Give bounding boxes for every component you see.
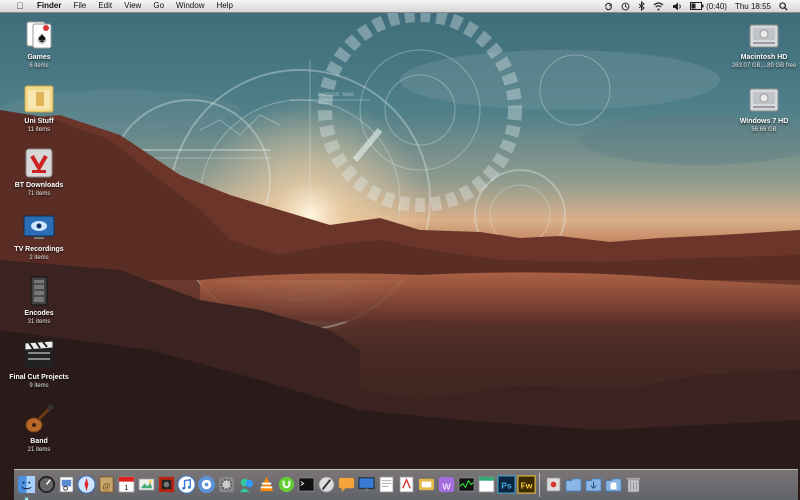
menu-file[interactable]: File	[67, 0, 92, 12]
fireworks-label: Fw	[520, 480, 532, 490]
desktop-item-encodes[interactable]: Encodes 31 items	[7, 274, 71, 326]
encodes-folder-icon	[22, 274, 56, 308]
dashboard-widget-icon[interactable]	[544, 475, 563, 497]
desktop-item-windows-7-hd[interactable]: Windows 7 HD 56.66 GB	[728, 82, 800, 134]
desktop-item-count: 263.07 GB,...89 GB free	[731, 63, 797, 69]
fireworks-icon[interactable]: Fw	[516, 475, 536, 497]
bluetooth-icon[interactable]	[634, 0, 649, 12]
desktop-item-count: 71 items	[27, 191, 51, 197]
photoshop-icon[interactable]: Ps	[496, 475, 516, 497]
band-folder-icon	[22, 402, 56, 436]
ical-day-number: 1	[124, 483, 128, 492]
dock-separator	[539, 473, 540, 497]
safari-icon[interactable]	[76, 475, 96, 497]
ical-icon[interactable]: 1	[117, 475, 136, 497]
utility-icon[interactable]	[417, 475, 436, 497]
wifi-icon[interactable]	[649, 0, 668, 12]
desktop-item-count: 2 items	[29, 255, 49, 261]
menu-help[interactable]: Help	[210, 0, 238, 12]
downloads-stack-icon[interactable]	[584, 475, 603, 497]
textedit-icon[interactable]	[377, 475, 396, 497]
desktop-item-label: TV Recordings	[14, 246, 64, 253]
time-machine-icon[interactable]	[617, 0, 634, 12]
desktop-item-band[interactable]: Band 21 items	[7, 402, 71, 454]
desktop-item-macintosh-hd[interactable]: Macintosh HD 263.07 GB,...89 GB free	[728, 18, 800, 70]
desktop-item-label: Encodes	[24, 310, 54, 317]
chat-icon[interactable]	[337, 475, 356, 497]
menu-bar:  Finder File Edit View Go Window Help (…	[0, 0, 800, 13]
battery-icon[interactable]: (0:40)	[686, 0, 731, 12]
desktop-item-label: Games	[27, 54, 51, 61]
volume-icon[interactable]	[668, 0, 686, 12]
bt-downloads-folder-icon	[22, 146, 56, 180]
pen-app-icon[interactable]	[317, 475, 336, 497]
directory-utility-icon[interactable]	[197, 475, 216, 497]
final-cut-folder-icon	[22, 338, 56, 372]
itunes-icon[interactable]	[176, 475, 196, 497]
desktop-item-label: Final Cut Projects	[9, 374, 69, 381]
hard-drive-icon	[747, 18, 781, 52]
svg-text:♠: ♠	[38, 29, 46, 45]
apple-menu-icon[interactable]: 	[9, 0, 31, 12]
vlc-icon[interactable]	[257, 475, 276, 497]
preview-icon[interactable]	[57, 475, 76, 497]
documents-stack-icon[interactable]	[604, 475, 623, 497]
photo-booth-icon[interactable]	[157, 475, 176, 497]
spotlight-icon[interactable]	[775, 0, 792, 12]
desktop-item-count: 21 items	[27, 447, 51, 453]
menu-clock[interactable]: Thu 18:55	[731, 0, 775, 12]
photoshop-label: Ps	[501, 480, 512, 490]
desktop-item-final-cut-projects[interactable]: Final Cut Projects 9 items	[7, 338, 71, 390]
desktop-item-label: Windows 7 HD	[739, 118, 789, 125]
pdf-app-icon[interactable]	[397, 475, 416, 497]
dock: @ 1 w Ps Fw	[14, 469, 798, 500]
terminal-icon[interactable]	[297, 475, 316, 497]
desktop-item-label: Macintosh HD	[740, 54, 788, 61]
calendar-app-icon[interactable]	[477, 475, 496, 497]
desktop-item-count: 11 items	[27, 127, 51, 133]
menu-view[interactable]: View	[118, 0, 147, 12]
finder-icon[interactable]	[17, 475, 36, 500]
menu-finder[interactable]: Finder	[31, 0, 67, 12]
activity-monitor-icon[interactable]	[457, 475, 476, 497]
sync-icon[interactable]	[600, 0, 617, 12]
uni-stuff-folder-icon	[22, 82, 56, 116]
desktop-item-count: 31 items	[27, 319, 51, 325]
dashboard-icon[interactable]	[37, 475, 56, 497]
desktop-item-label: BT Downloads	[14, 182, 64, 189]
desktop-item-uni-stuff[interactable]: Uni Stuff 11 items	[7, 82, 71, 134]
applications-stack-icon[interactable]	[564, 475, 583, 497]
svg-text:@: @	[102, 480, 110, 490]
menu-edit[interactable]: Edit	[92, 0, 118, 12]
menu-go[interactable]: Go	[147, 0, 170, 12]
desktop-item-games[interactable]: ♠ Games 6 items	[7, 18, 71, 70]
web-app-icon[interactable]: w	[437, 475, 456, 497]
wallpaper-readout: 0425925 5806	[318, 92, 354, 98]
desktop-item-label: Band	[30, 438, 48, 445]
utorrent-icon[interactable]	[277, 475, 296, 497]
desktop-item-count: 9 items	[29, 383, 49, 389]
keynote-icon[interactable]	[357, 475, 376, 497]
games-folder-icon: ♠	[22, 18, 56, 52]
desktop-item-label: Uni Stuff	[24, 118, 54, 125]
desktop-wallpaper: 0425925 5806	[0, 0, 800, 500]
battery-time: (0:40)	[706, 1, 727, 11]
menu-window[interactable]: Window	[170, 0, 210, 12]
svg-text:w: w	[441, 480, 451, 492]
desktop-item-tv-recordings[interactable]: TV Recordings 2 items	[7, 210, 71, 262]
desktop-item-count: 56.66 GB	[751, 127, 777, 133]
trash-icon[interactable]	[624, 475, 643, 497]
address-book-icon[interactable]: @	[97, 475, 116, 497]
tv-recordings-folder-icon	[22, 210, 56, 244]
system-preferences-icon[interactable]	[217, 475, 236, 497]
iphoto-icon[interactable]	[137, 475, 156, 497]
hard-drive-icon	[747, 82, 781, 116]
messenger-icon[interactable]	[237, 475, 256, 497]
desktop-item-bt-downloads[interactable]: BT Downloads 71 items	[7, 146, 71, 198]
desktop-item-count: 6 items	[29, 63, 49, 69]
